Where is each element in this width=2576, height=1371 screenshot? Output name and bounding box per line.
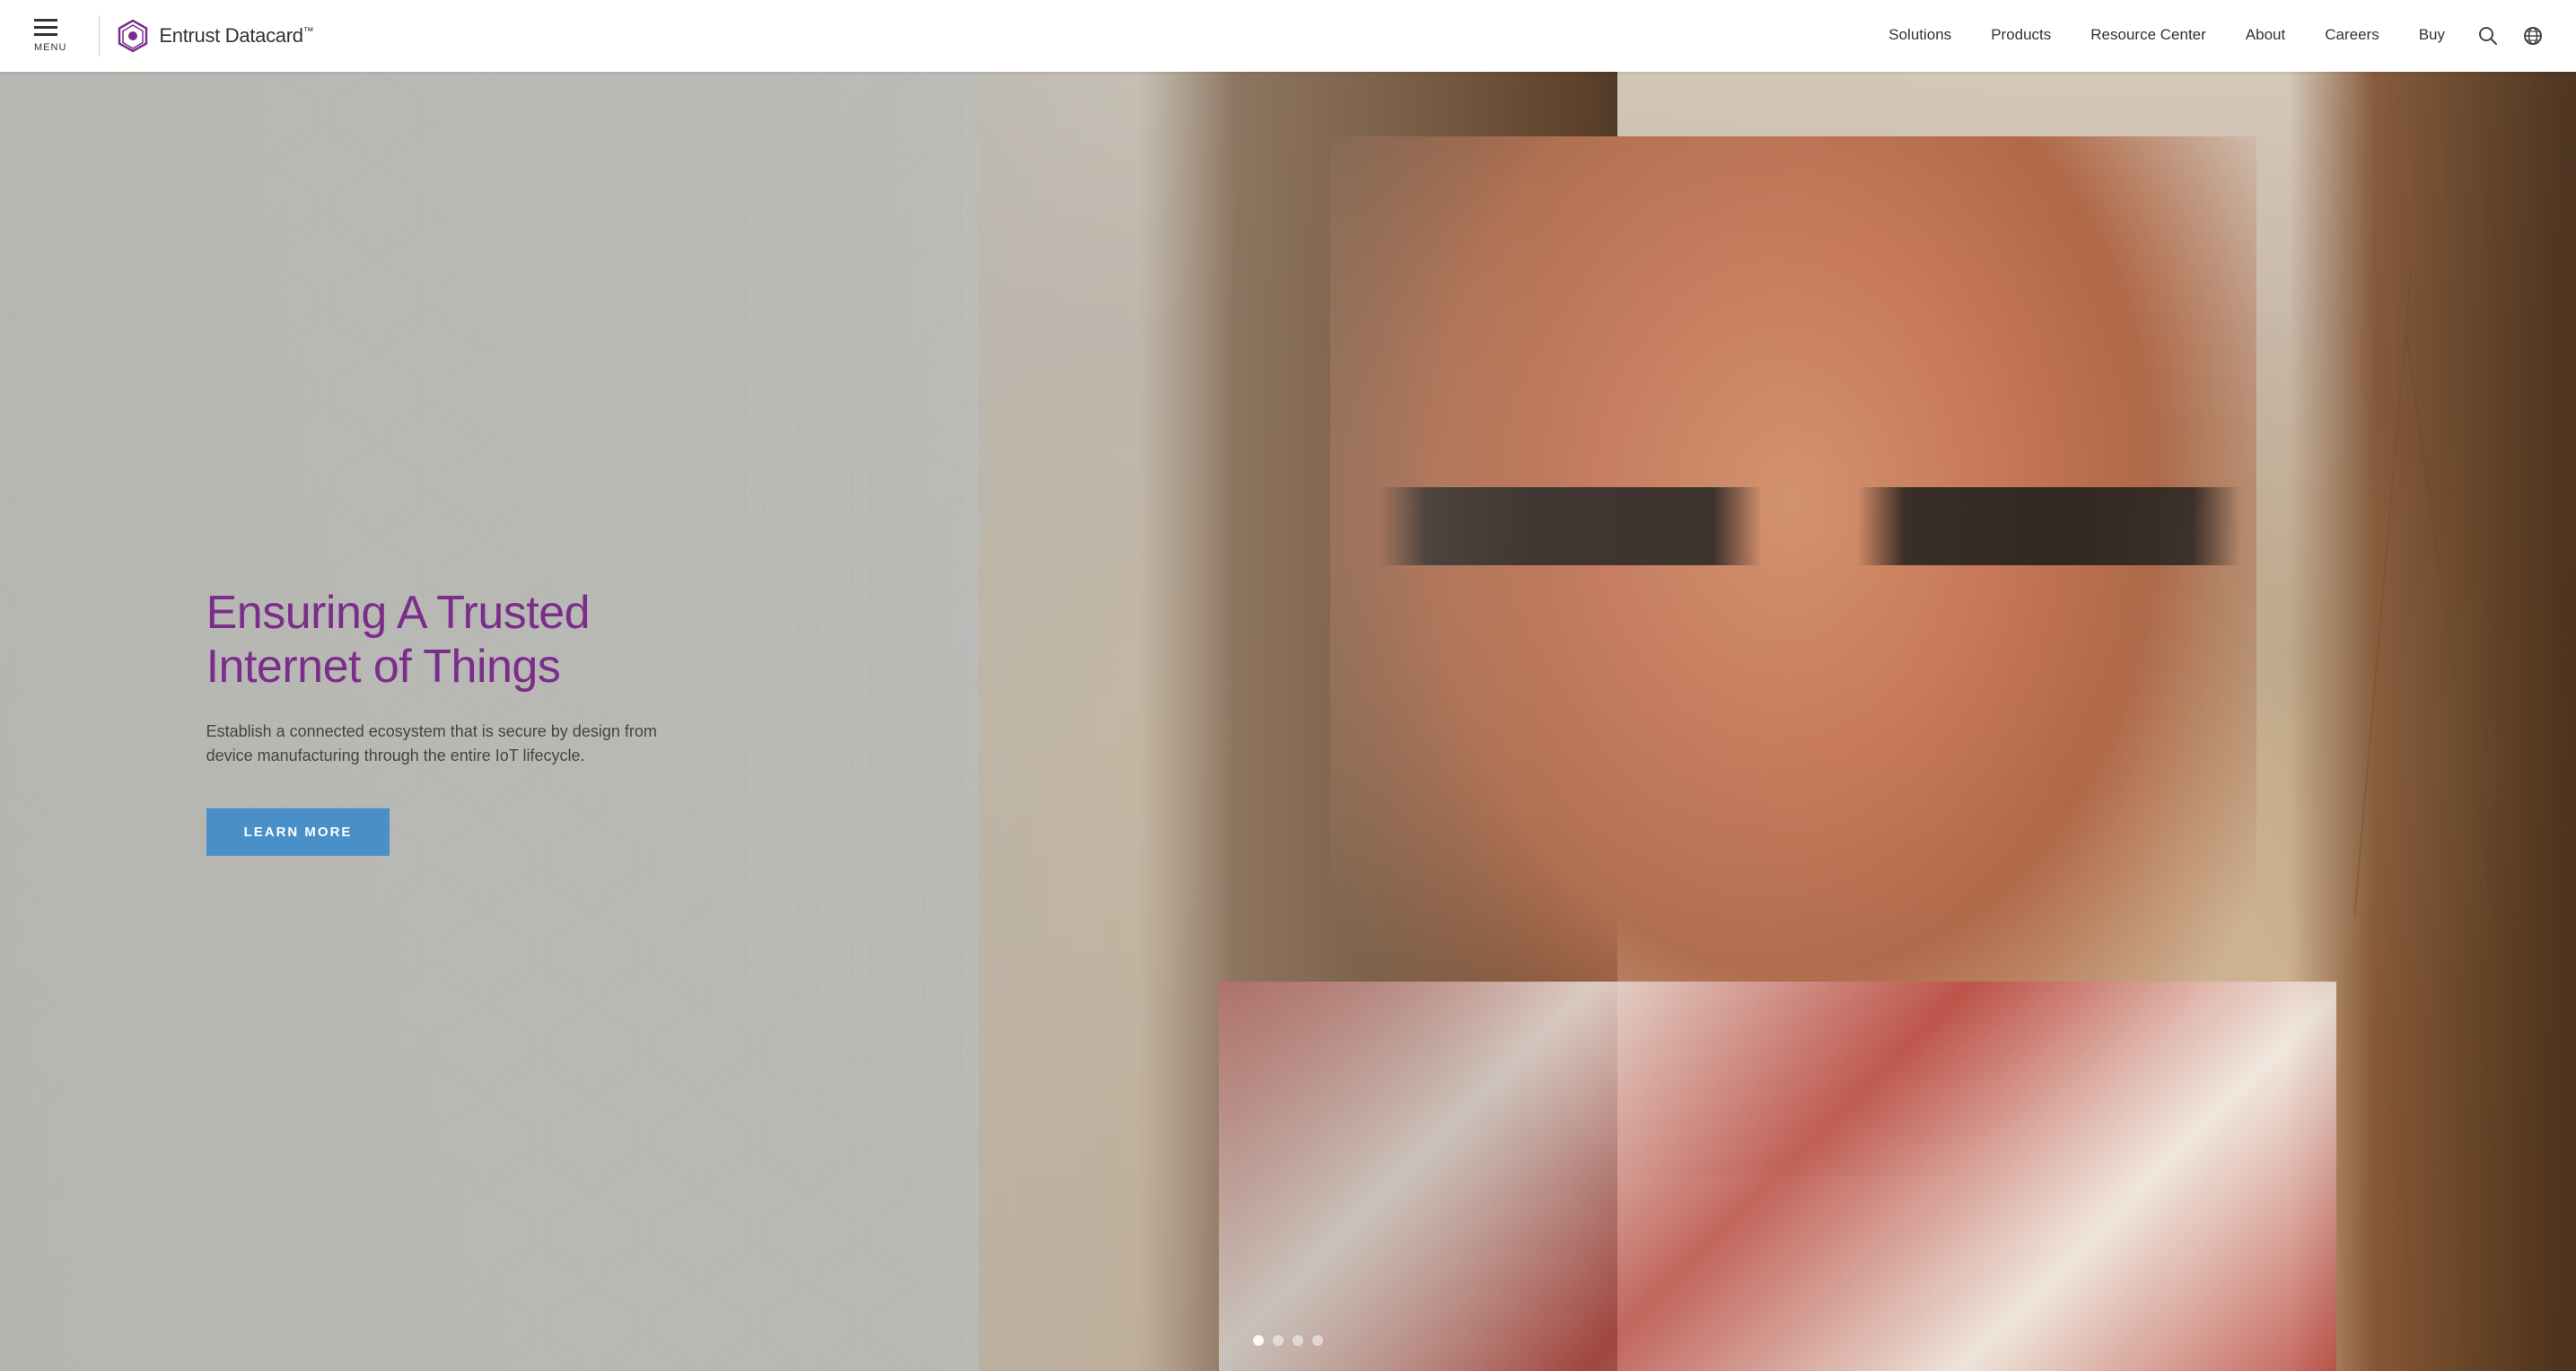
menu-button[interactable]: MENU xyxy=(27,12,74,60)
carousel-dot-3[interactable] xyxy=(1292,1335,1303,1346)
search-icon[interactable] xyxy=(2472,20,2504,52)
nav-solutions[interactable]: Solutions xyxy=(1869,0,1971,72)
nav-buy[interactable]: Buy xyxy=(2399,0,2465,72)
main-nav: Solutions Products Resource Center About… xyxy=(1869,0,2465,72)
logo-link[interactable]: Entrust Datacard™ xyxy=(116,19,313,53)
nav-about[interactable]: About xyxy=(2226,0,2305,72)
carousel-dot-1[interactable] xyxy=(1253,1335,1264,1346)
hero-subtext: Establish a connected ecosystem that is … xyxy=(206,719,673,769)
carousel-dots xyxy=(1253,1335,1323,1346)
header-icons xyxy=(2472,20,2549,52)
nav-resource-center[interactable]: Resource Center xyxy=(2071,0,2226,72)
hero-section: Ensuring A Trusted Internet of Things Es… xyxy=(0,72,2576,1371)
nav-careers[interactable]: Careers xyxy=(2305,0,2398,72)
nav-products[interactable]: Products xyxy=(1971,0,2071,72)
logo-text: Entrust Datacard™ xyxy=(159,24,313,48)
globe-icon[interactable] xyxy=(2517,20,2549,52)
hero-content: Ensuring A Trusted Internet of Things Es… xyxy=(206,587,673,856)
menu-label: MENU xyxy=(34,42,66,53)
header-divider xyxy=(99,15,100,57)
site-header: MENU Entrust Datacard™ Solutions Product… xyxy=(0,0,2576,72)
learn-more-button[interactable]: LEARN MORE xyxy=(206,808,390,856)
hero-heading: Ensuring A Trusted Internet of Things xyxy=(206,587,673,694)
logo-icon xyxy=(116,19,150,53)
carousel-dot-2[interactable] xyxy=(1273,1335,1284,1346)
carousel-dot-4[interactable] xyxy=(1312,1335,1323,1346)
